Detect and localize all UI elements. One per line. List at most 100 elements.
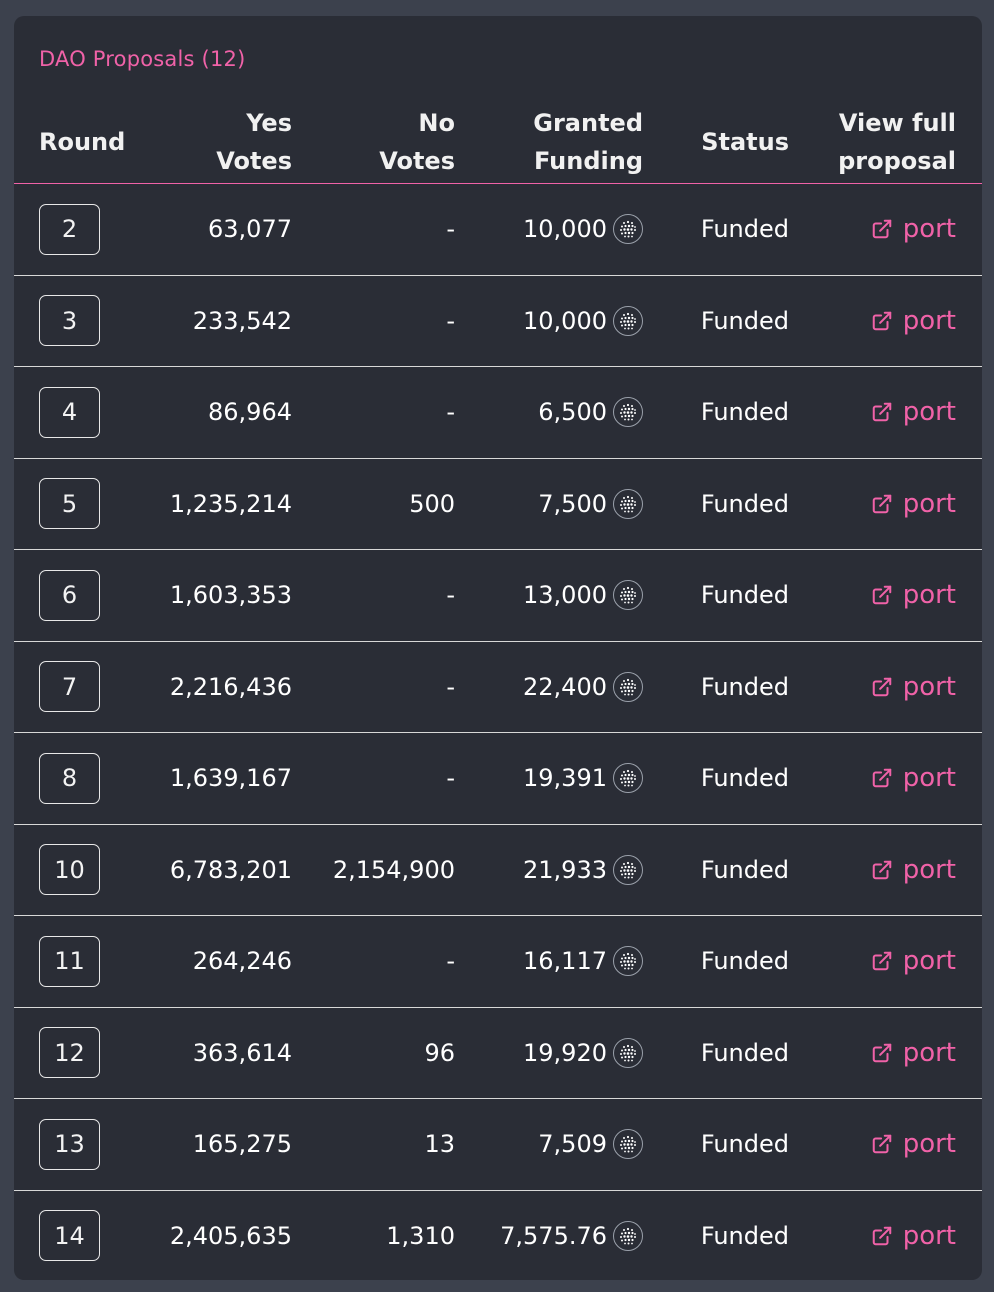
granted-funding-cell: 7,509 — [484, 1099, 643, 1189]
granted-amount: 10,000 — [523, 306, 607, 335]
col-view-label-2: proposal — [838, 147, 956, 175]
round-badge: 10 — [39, 844, 100, 895]
yes-votes-cell: 1,235,214 — [169, 489, 292, 518]
view-proposal-link-label: port — [902, 488, 956, 519]
view-proposal-link-label: port — [902, 580, 956, 610]
ocean-token-icon — [613, 671, 643, 702]
ocean-token-icon — [613, 946, 643, 976]
no-votes-cell: - — [446, 672, 455, 701]
round-badge: 2 — [39, 203, 100, 255]
col-status-label: Status — [701, 128, 789, 156]
table-body: 2 63,077 - 10,000 Funded port 3 233,542 … — [14, 184, 982, 1280]
view-proposal-cell: port — [804, 916, 956, 1006]
table-row: 6 1,603,353 - 13,000 Funded port — [14, 550, 982, 642]
table-row: 7 2,216,436 - 22,400 Funded port — [14, 642, 982, 733]
yes-votes-cell: 63,077 — [208, 215, 292, 243]
granted-amount: 19,391 — [523, 764, 607, 792]
proposals-title: DAO Proposals (12) — [39, 47, 246, 71]
view-proposal-link-label: port — [902, 1220, 956, 1251]
round-badge: 11 — [39, 935, 100, 987]
view-proposal-link-label: port — [902, 214, 956, 244]
round-cell: 6 — [39, 550, 100, 640]
granted-amount: 19,920 — [523, 1038, 607, 1067]
view-proposal-cell: port — [804, 459, 956, 549]
external-link-icon — [872, 402, 891, 422]
round-cell: 11 — [39, 916, 100, 1006]
view-proposal-cell: port — [804, 184, 956, 274]
view-proposal-link[interactable]: port — [871, 1129, 956, 1159]
no-votes-cell: 500 — [409, 489, 455, 518]
view-proposal-link[interactable]: port — [871, 946, 956, 976]
external-link-icon — [872, 1043, 891, 1062]
yes-votes-cell: 2,216,436 — [169, 672, 292, 701]
status-cell: Funded — [700, 581, 789, 609]
col-round-label: Round — [39, 128, 126, 156]
yes-votes-cell: 363,614 — [192, 1038, 292, 1067]
status-cell: Funded — [700, 215, 789, 243]
view-proposal-link[interactable]: port — [871, 397, 956, 427]
granted-amount: 7,575.76 — [500, 1221, 607, 1250]
no-votes-cell: - — [446, 581, 455, 609]
status-cell: Funded — [700, 398, 789, 426]
status-cell: Funded — [700, 764, 789, 792]
granted-funding-cell: 19,391 — [484, 733, 643, 823]
no-votes-cell: - — [446, 215, 455, 243]
table-row: 3 233,542 - 10,000 Funded port — [14, 276, 982, 367]
external-link-icon — [872, 1134, 891, 1154]
no-votes-cell: 2,154,900 — [332, 855, 455, 884]
yes-votes-cell: 2,405,635 — [169, 1221, 292, 1250]
granted-amount: 7,509 — [538, 1130, 607, 1158]
view-proposal-cell: port — [804, 1099, 956, 1189]
granted-amount: 16,117 — [523, 947, 607, 975]
status-cell: Funded — [700, 855, 789, 884]
external-link-icon — [872, 768, 891, 788]
view-proposal-link[interactable]: port — [871, 763, 956, 793]
round-cell: 8 — [39, 733, 100, 823]
table-row: 4 86,964 - 6,500 Funded port — [14, 367, 982, 459]
granted-amount: 21,933 — [523, 855, 607, 884]
view-proposal-link[interactable]: port — [871, 1038, 956, 1068]
table-row: 2 63,077 - 10,000 Funded port — [14, 184, 982, 276]
ocean-token-icon — [613, 305, 643, 336]
granted-funding-cell: 13,000 — [484, 550, 643, 640]
view-proposal-link[interactable]: port — [871, 855, 956, 885]
granted-amount: 6,500 — [538, 398, 607, 426]
status-cell: Funded — [700, 1130, 789, 1158]
round-cell: 14 — [39, 1191, 100, 1281]
view-proposal-cell: port — [804, 825, 956, 915]
view-proposal-link[interactable]: port — [871, 489, 956, 519]
round-badge: 14 — [39, 1210, 100, 1261]
col-round-header: Round — [39, 100, 139, 184]
ocean-token-icon — [613, 580, 643, 610]
col-yes-label-1: Yes — [246, 109, 292, 137]
view-proposal-link[interactable]: port — [871, 1221, 956, 1251]
granted-funding-cell: 22,400 — [484, 642, 643, 732]
granted-funding-cell: 10,000 — [484, 184, 643, 274]
granted-funding-cell: 16,117 — [484, 916, 643, 1006]
view-proposal-link[interactable]: port — [871, 214, 956, 244]
table-row: 12 363,614 96 19,920 Funded port — [14, 1008, 982, 1099]
round-badge: 8 — [39, 752, 100, 804]
granted-funding-cell: 10,000 — [484, 276, 643, 366]
view-proposal-link[interactable]: port — [871, 672, 956, 702]
proposals-card: DAO Proposals (12) Round Yes Votes No Vote… — [14, 16, 982, 1280]
external-link-icon — [872, 1226, 891, 1245]
col-no-label-1: No — [418, 109, 455, 137]
ocean-token-icon — [613, 763, 643, 793]
view-proposal-cell: port — [804, 733, 956, 823]
no-votes-cell: - — [446, 306, 455, 335]
view-proposal-link[interactable]: port — [871, 580, 956, 610]
view-proposal-cell: port — [804, 550, 956, 640]
view-proposal-link-label: port — [902, 946, 956, 976]
view-proposal-link[interactable]: port — [871, 306, 956, 336]
ocean-token-icon — [613, 854, 643, 885]
col-view-label-1: View full — [838, 109, 956, 137]
round-badge: 6 — [39, 569, 100, 621]
round-badge: 4 — [39, 386, 100, 438]
round-badge: 3 — [39, 295, 100, 346]
ocean-token-icon — [613, 397, 643, 427]
yes-votes-cell: 264,246 — [192, 947, 292, 975]
granted-amount: 10,000 — [523, 215, 607, 243]
external-link-icon — [872, 860, 891, 879]
ocean-token-icon — [613, 1037, 643, 1068]
